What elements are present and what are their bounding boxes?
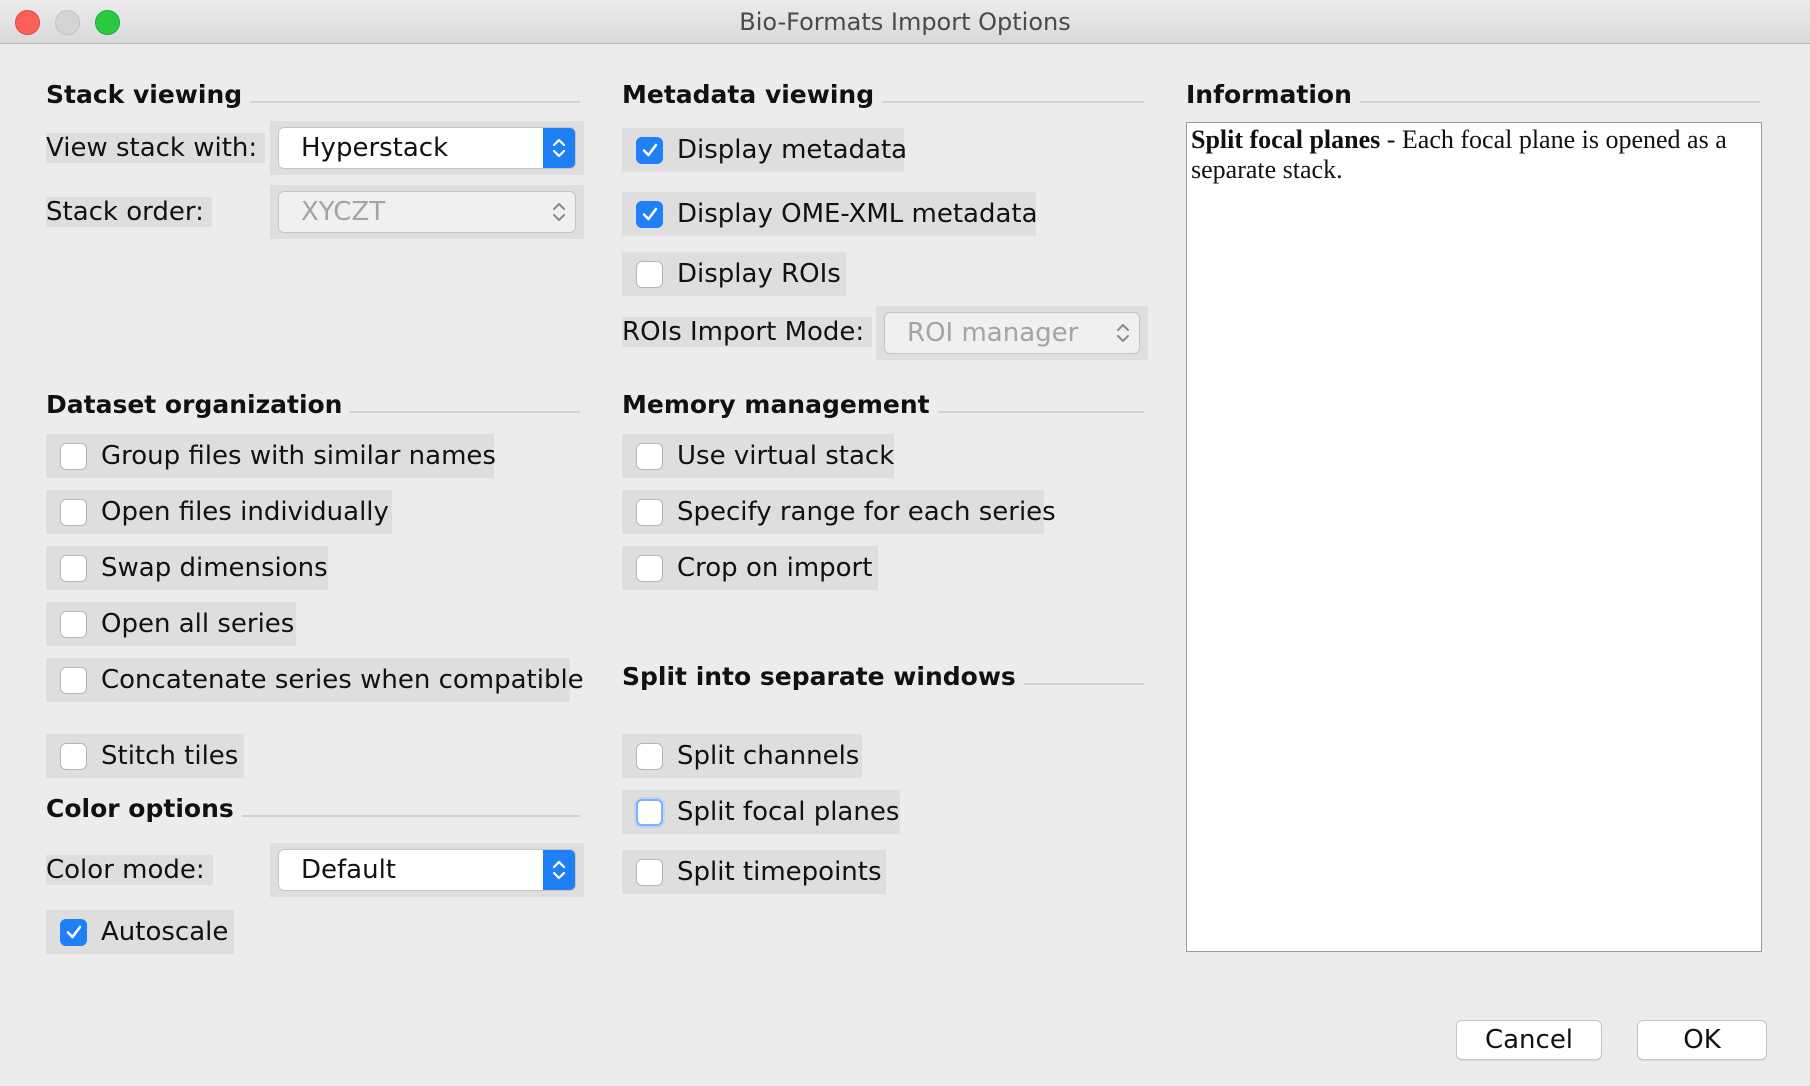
checkbox-empty-icon xyxy=(636,742,663,770)
checkbox-empty-icon xyxy=(636,498,663,526)
section-divider xyxy=(882,100,1144,103)
checkbox-empty-icon xyxy=(60,554,87,582)
display-omexml-label: Display OME-XML metadata xyxy=(677,199,1038,229)
section-divider xyxy=(250,100,580,103)
split-channels-checkbox[interactable]: Split channels xyxy=(622,734,862,778)
checkbox-focused-icon xyxy=(636,798,663,826)
checkmark-icon xyxy=(636,200,663,228)
split-windows-title: Split into separate windows xyxy=(622,662,1016,691)
information-title: Information xyxy=(1186,80,1352,109)
swap-dimensions-checkbox[interactable]: Swap dimensions xyxy=(46,546,328,590)
stack-order-combo-wrap: XYCZT xyxy=(270,185,584,239)
crop-on-import-label: Crop on import xyxy=(677,553,873,583)
stack-viewing-title: Stack viewing xyxy=(46,80,243,109)
view-stack-value: Hyperstack xyxy=(301,133,449,163)
stack-order-label: Stack order: xyxy=(46,197,212,227)
color-mode-select[interactable]: Default xyxy=(278,849,576,891)
split-channels-label: Split channels xyxy=(677,741,860,771)
rois-mode-label: ROIs Import Mode: xyxy=(622,317,873,347)
stitch-tiles-checkbox[interactable]: Stitch tiles xyxy=(46,734,244,778)
window-title: Bio-Formats Import Options xyxy=(739,8,1071,36)
display-metadata-label: Display metadata xyxy=(677,135,908,165)
color-mode-combo-wrap: Default xyxy=(270,843,584,897)
stitch-tiles-label: Stitch tiles xyxy=(101,741,239,771)
stack-viewing-header: Stack viewing xyxy=(46,80,580,109)
split-windows-header: Split into separate windows xyxy=(622,662,1144,691)
information-panel: Split focal planes - Each focal plane is… xyxy=(1186,122,1762,952)
group-files-checkbox[interactable]: Group files with similar names xyxy=(46,434,496,478)
cancel-button[interactable]: Cancel xyxy=(1456,1020,1602,1060)
updown-arrow-icon xyxy=(543,850,575,890)
color-mode-value: Default xyxy=(301,855,396,885)
concatenate-label: Concatenate series when compatible xyxy=(101,665,584,695)
display-rois-checkbox[interactable]: Display ROIs xyxy=(622,252,846,296)
group-files-label: Group files with similar names xyxy=(101,441,496,471)
ok-button[interactable]: OK xyxy=(1637,1020,1767,1060)
open-all-series-checkbox[interactable]: Open all series xyxy=(46,602,296,646)
checkbox-empty-icon xyxy=(60,742,87,770)
stack-order-select[interactable]: XYCZT xyxy=(278,191,576,233)
metadata-viewing-header: Metadata viewing xyxy=(622,80,1144,109)
updown-arrow-icon xyxy=(547,192,571,232)
memory-management-header: Memory management xyxy=(622,390,1144,419)
view-stack-label: View stack with: xyxy=(46,133,266,163)
open-all-series-label: Open all series xyxy=(101,609,295,639)
virtual-stack-checkbox[interactable]: Use virtual stack xyxy=(622,434,894,478)
dataset-organization-header: Dataset organization xyxy=(46,390,580,419)
rois-mode-select[interactable]: ROI manager xyxy=(884,312,1140,354)
checkbox-empty-icon xyxy=(636,260,663,288)
display-omexml-checkbox[interactable]: Display OME-XML metadata xyxy=(622,192,1038,236)
virtual-stack-label: Use virtual stack xyxy=(677,441,895,471)
split-timepoints-checkbox[interactable]: Split timepoints xyxy=(622,850,886,894)
rois-mode-combo-wrap: ROI manager xyxy=(876,306,1148,360)
checkbox-empty-icon xyxy=(60,666,87,694)
open-individually-label: Open files individually xyxy=(101,497,389,527)
color-options-title: Color options xyxy=(46,794,234,823)
checkmark-icon xyxy=(60,918,87,946)
checkmark-icon xyxy=(636,136,663,164)
specify-range-label: Specify range for each series xyxy=(677,497,1056,527)
split-focal-planes-label: Split focal planes xyxy=(677,797,900,827)
concatenate-checkbox[interactable]: Concatenate series when compatible xyxy=(46,658,584,702)
memory-management-title: Memory management xyxy=(622,390,930,419)
checkbox-empty-icon xyxy=(636,442,663,470)
checkbox-empty-icon xyxy=(636,554,663,582)
checkbox-empty-icon xyxy=(60,442,87,470)
title-bar: Bio-Formats Import Options xyxy=(0,0,1810,44)
section-divider xyxy=(937,410,1144,413)
display-metadata-checkbox[interactable]: Display metadata xyxy=(622,128,908,172)
updown-arrow-icon xyxy=(1111,313,1135,353)
checkbox-empty-icon xyxy=(60,498,87,526)
autoscale-checkbox[interactable]: Autoscale xyxy=(46,910,234,954)
checkbox-empty-icon xyxy=(636,858,663,886)
specify-range-checkbox[interactable]: Specify range for each series xyxy=(622,490,1056,534)
metadata-viewing-title: Metadata viewing xyxy=(622,80,875,109)
autoscale-label: Autoscale xyxy=(101,917,229,947)
section-divider xyxy=(241,814,580,817)
color-options-header: Color options xyxy=(46,794,580,823)
color-mode-label: Color mode: xyxy=(46,855,213,885)
split-focal-planes-checkbox[interactable]: Split focal planes xyxy=(622,790,900,834)
view-stack-combo-wrap: Hyperstack xyxy=(270,121,584,175)
section-divider xyxy=(1023,682,1144,685)
checkbox-empty-icon xyxy=(60,610,87,638)
stack-order-value: XYCZT xyxy=(301,197,386,227)
updown-arrow-icon xyxy=(543,128,575,168)
rois-mode-value: ROI manager xyxy=(907,318,1079,348)
section-divider xyxy=(1359,100,1760,103)
information-header: Information xyxy=(1186,80,1760,109)
split-timepoints-label: Split timepoints xyxy=(677,857,882,887)
view-stack-select[interactable]: Hyperstack xyxy=(278,127,576,169)
dataset-organization-title: Dataset organization xyxy=(46,390,343,419)
display-rois-label: Display ROIs xyxy=(677,259,841,289)
crop-on-import-checkbox[interactable]: Crop on import xyxy=(622,546,878,590)
swap-dimensions-label: Swap dimensions xyxy=(101,553,328,583)
section-divider xyxy=(350,410,580,413)
information-heading: Split focal planes xyxy=(1191,125,1381,154)
open-individually-checkbox[interactable]: Open files individually xyxy=(46,490,392,534)
